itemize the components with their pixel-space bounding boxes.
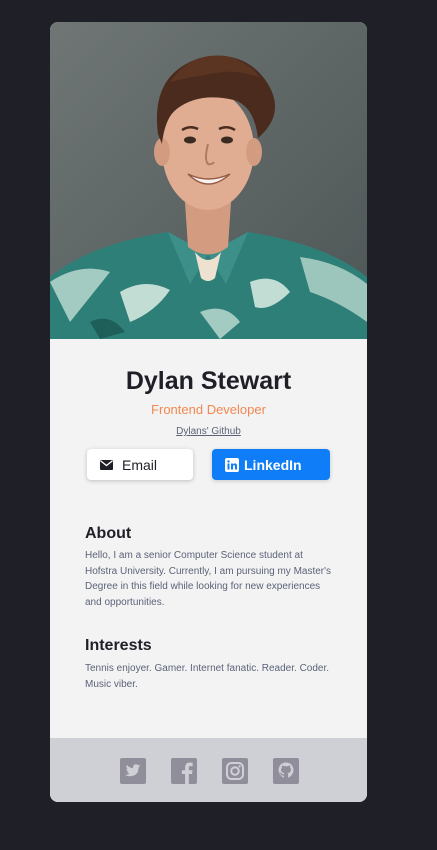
github-icon[interactable] xyxy=(273,758,299,784)
about-heading: About xyxy=(85,525,132,542)
github-link[interactable]: Dylans' Github xyxy=(50,425,367,439)
profile-role: Frontend Developer xyxy=(151,402,266,417)
profile-photo xyxy=(50,22,367,339)
envelope-icon xyxy=(100,459,113,470)
interests-heading: Interests xyxy=(85,637,152,654)
email-button-label: Email xyxy=(122,456,158,473)
profile-card: Dylan Stewart Frontend Developer Dylans'… xyxy=(50,22,367,802)
linkedin-icon xyxy=(225,457,239,472)
linkedin-button[interactable]: LinkedIn xyxy=(212,449,330,480)
facebook-icon[interactable] xyxy=(171,758,197,784)
linkedin-button-label: LinkedIn xyxy=(244,456,302,473)
about-text: Hello, I am a senior Computer Science st… xyxy=(85,550,332,608)
interests-text: Tennis enjoyer. Gamer. Internet fanatic.… xyxy=(85,663,330,690)
profile-name: Dylan Stewart xyxy=(125,367,292,395)
instagram-icon[interactable] xyxy=(222,758,248,784)
social-footer xyxy=(50,738,367,802)
email-button[interactable]: Email xyxy=(87,449,193,480)
twitter-icon[interactable] xyxy=(120,758,146,784)
